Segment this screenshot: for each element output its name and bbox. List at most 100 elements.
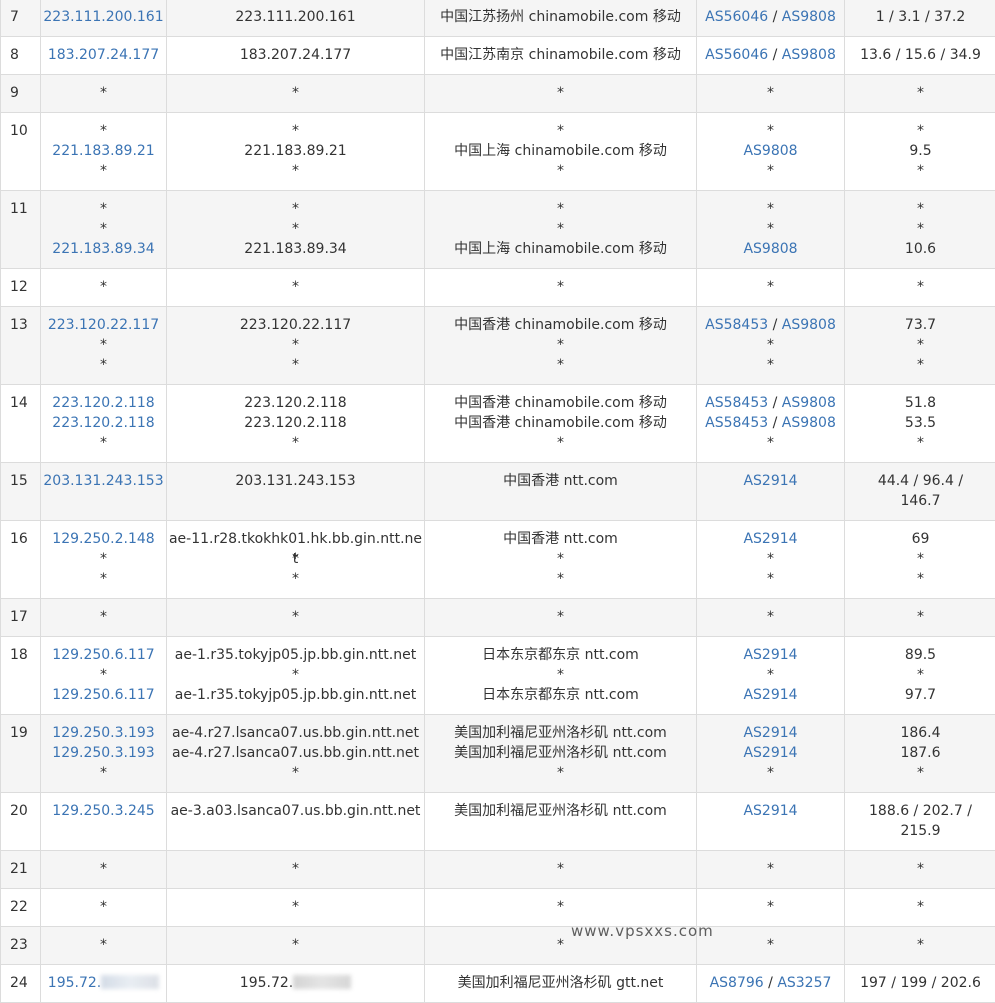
asn-link[interactable]: AS9808: [782, 317, 836, 333]
asn-line: *: [697, 665, 844, 685]
location-text: 美国加利福尼亚州洛杉矶 ntt.com: [425, 723, 696, 743]
asn-link[interactable]: AS58453: [705, 317, 768, 333]
ip-value: 223.120.2.118: [52, 415, 154, 431]
ip-link[interactable]: 129.250.6.117: [41, 685, 166, 705]
ip-link[interactable]: 129.250.3.245: [41, 801, 166, 821]
ip-text: *: [41, 161, 166, 181]
ip-link[interactable]: 223.120.22.117: [41, 315, 166, 335]
location-value: 美国加利福尼亚州洛杉矶 ntt.com: [454, 803, 667, 819]
asn-link[interactable]: AS2914: [743, 647, 797, 663]
asn-link[interactable]: AS9808: [782, 9, 836, 25]
asn-line: AS2914: [697, 529, 844, 549]
asn-cell: *: [697, 75, 845, 113]
latency-value: *: [845, 665, 995, 685]
ip-value: *: [100, 279, 107, 295]
location-text: *: [425, 121, 696, 141]
latency-cell: 186.4187.6*: [845, 715, 995, 793]
hostname-value: ae-4.r27.lsanca07.us.bb.gin.ntt.net: [172, 745, 419, 761]
asn-line: *: [697, 549, 844, 569]
location-value: 中国香港 ntt.com: [503, 531, 618, 547]
asn-line: *: [697, 569, 844, 589]
asn-line: AS8796 / AS3257: [697, 973, 844, 993]
hostname-cell: *: [167, 889, 425, 927]
asn-link[interactable]: AS58453: [705, 395, 768, 411]
hostname-cell: ae-4.r27.lsanca07.us.bb.gin.ntt.netae-4.…: [167, 715, 425, 793]
hostname-text: *: [167, 219, 424, 239]
ip-link[interactable]: 129.250.6.117: [41, 645, 166, 665]
location-value: 中国香港 ntt.com: [503, 473, 618, 489]
asn-link[interactable]: AS8796: [710, 975, 764, 991]
latency-cell: 13.6 / 15.6 / 34.9: [845, 37, 995, 75]
asn-link[interactable]: AS58453: [705, 415, 768, 431]
asn-link[interactable]: AS56046: [705, 47, 768, 63]
asn-link[interactable]: AS9808: [782, 415, 836, 431]
ip-value: *: [100, 571, 107, 587]
latency-value: 97.7: [845, 685, 995, 705]
location-text: *: [425, 161, 696, 181]
hostname-text: *: [167, 607, 424, 627]
asn-link[interactable]: AS3257: [777, 975, 831, 991]
asn-cell: *AS9808*: [697, 113, 845, 191]
hostname-text: *: [167, 859, 424, 879]
asn-cell: AS56046 / AS9808: [697, 0, 845, 37]
ip-link[interactable]: 223.120.2.118: [41, 393, 166, 413]
ip-link[interactable]: 221.183.89.21: [41, 141, 166, 161]
asn-link[interactable]: AS9808: [743, 143, 797, 159]
ip-value: *: [100, 201, 107, 217]
asn-line: *: [697, 607, 844, 627]
asn-link[interactable]: AS9808: [743, 241, 797, 257]
hostname-value: *: [292, 937, 299, 953]
table-row: 11**221.183.89.34**221.183.89.34**中国上海 c…: [1, 191, 995, 269]
asn-link[interactable]: AS9808: [782, 395, 836, 411]
asn-cell: **AS9808: [697, 191, 845, 269]
hostname-text: 223.111.200.161: [167, 7, 424, 27]
ip-link[interactable]: 129.250.3.193: [41, 743, 166, 763]
hop-number: 10: [1, 113, 41, 191]
ip-text: *: [41, 433, 166, 453]
asn-link[interactable]: AS56046: [705, 9, 768, 25]
latency-cell: **10.6: [845, 191, 995, 269]
table-row: 18129.250.6.117*129.250.6.117ae-1.r35.to…: [1, 637, 995, 715]
ip-link[interactable]: 221.183.89.34: [41, 239, 166, 259]
asn-link[interactable]: AS9808: [782, 47, 836, 63]
hostname-value: *: [292, 435, 299, 451]
hop-number: 7: [1, 0, 41, 37]
ip-link[interactable]: 183.207.24.177: [41, 45, 166, 65]
asn-line: *: [697, 161, 844, 181]
ip-link[interactable]: 129.250.3.193: [41, 723, 166, 743]
asn-separator: /: [768, 9, 782, 25]
location-text: *: [425, 607, 696, 627]
table-row: 13223.120.22.117**223.120.22.117**中国香港 c…: [1, 307, 995, 385]
asn-text: *: [767, 357, 774, 373]
asn-text: *: [767, 435, 774, 451]
ip-text: *: [41, 549, 166, 569]
location-value: 中国上海 chinamobile.com 移动: [454, 241, 667, 257]
asn-link[interactable]: AS2914: [743, 745, 797, 761]
location-value: 中国江苏扬州 chinamobile.com 移动: [440, 9, 681, 25]
asn-link[interactable]: AS2914: [743, 473, 797, 489]
hostname-cell: *: [167, 851, 425, 889]
location-text: 中国香港 chinamobile.com 移动: [425, 315, 696, 335]
ip-text: *: [41, 897, 166, 917]
asn-link[interactable]: AS2914: [743, 725, 797, 741]
ip-cell: 129.250.3.245: [41, 793, 167, 851]
ip-link[interactable]: 223.120.2.118: [41, 413, 166, 433]
asn-link[interactable]: AS2914: [743, 803, 797, 819]
ip-link[interactable]: 129.250.2.148: [41, 529, 166, 549]
asn-cell: AS58453 / AS9808AS58453 / AS9808*: [697, 385, 845, 463]
ip-link[interactable]: 195.72.: [41, 973, 166, 993]
ip-cell: **221.183.89.34: [41, 191, 167, 269]
ip-text: *: [41, 121, 166, 141]
latency-value: 73.7: [845, 315, 995, 335]
ip-link[interactable]: 203.131.243.153: [41, 471, 166, 491]
latency-value: 9.5: [845, 141, 995, 161]
asn-link[interactable]: AS2914: [743, 531, 797, 547]
location-text: 日本东京都东京 ntt.com: [425, 645, 696, 665]
latency-value: 13.6 / 15.6 / 34.9: [845, 45, 995, 65]
ip-cell: *: [41, 889, 167, 927]
asn-link[interactable]: AS2914: [743, 687, 797, 703]
ip-value: *: [100, 337, 107, 353]
ip-link[interactable]: 223.111.200.161: [41, 7, 166, 27]
hostname-text: 223.120.2.118: [167, 413, 424, 433]
location-value: 美国加利福尼亚州洛杉矶 ntt.com: [454, 745, 667, 761]
